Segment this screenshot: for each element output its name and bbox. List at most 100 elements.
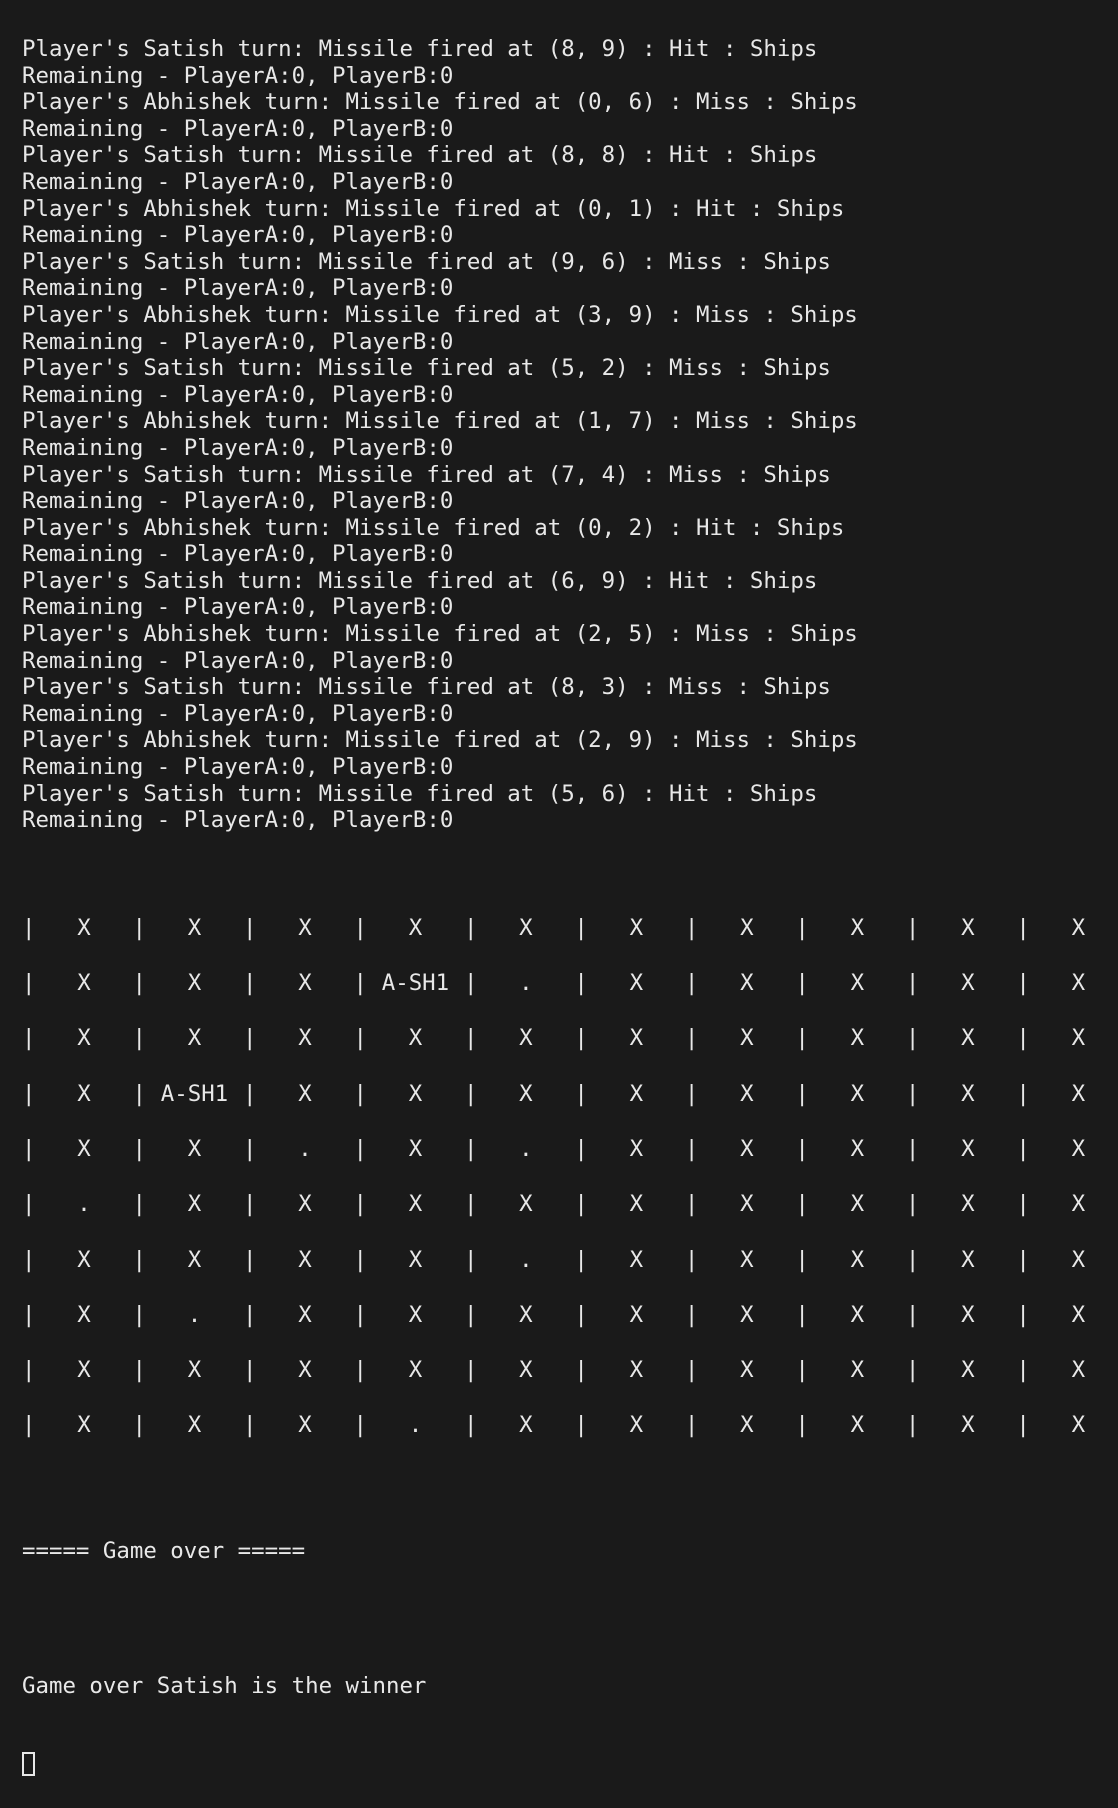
board-cell: X <box>187 1025 202 1052</box>
cell-separator: | <box>684 1357 699 1384</box>
board-cell: X <box>850 1080 865 1107</box>
board-cell: X <box>961 1136 975 1162</box>
log-line: Player's Satish turn: Missile fired at (… <box>22 674 831 701</box>
cell-separator: | <box>795 1025 809 1052</box>
cell-separator: | <box>463 1412 478 1439</box>
log-line: Remaining - PlayerA:0, PlayerB:0 <box>22 594 454 621</box>
cell-separator: | <box>795 914 809 941</box>
cell-separator: | <box>684 1025 699 1052</box>
board-cell: X <box>519 1025 533 1052</box>
cell-separator: | <box>242 1191 257 1218</box>
cell-separator: | <box>353 1246 367 1273</box>
board-cell: X <box>519 914 533 941</box>
board-cell: X <box>519 1191 533 1218</box>
cell-separator: | <box>905 1357 920 1384</box>
game-board: | X | X | X | X | X | X | X | X | X | X | | X | X | X | A-SH1 |. | X | X |… <box>22 915 1112 1468</box>
cell-separator: | <box>463 1080 478 1107</box>
cell-separator: | <box>132 1080 146 1107</box>
board-cell: X <box>187 1246 202 1273</box>
cell-separator: | <box>684 1191 699 1218</box>
board-cell: X <box>187 1357 202 1384</box>
board-cell: X <box>629 1412 644 1439</box>
board-cell: X <box>1071 1357 1086 1384</box>
board-cell: X <box>77 1246 91 1273</box>
board-cell: X <box>740 970 754 997</box>
log-line: Remaining - PlayerA:0, PlayerB:0 <box>22 62 454 89</box>
cell-separator: | <box>684 1412 699 1439</box>
cell-separator: | <box>463 1191 478 1218</box>
missile-log: Player's Satish turn: Missile fired at (… <box>22 36 1112 835</box>
board-cell: . <box>408 1412 423 1439</box>
board-cell: X <box>519 1357 533 1384</box>
log-line: Remaining - PlayerA:0, PlayerB:0 <box>22 647 454 674</box>
cell-separator: | <box>1016 1357 1030 1384</box>
cell-separator: | <box>242 970 257 997</box>
log-line: Remaining - PlayerA:0, PlayerB:0 <box>22 328 454 355</box>
board-cell: X <box>850 1301 865 1328</box>
cell-separator: | <box>795 1136 809 1162</box>
board-row: |.|X|X|X|X|X|X|X|X|X| <box>22 1191 1112 1246</box>
cell-separator: | <box>22 1301 36 1328</box>
board-cell: . <box>519 1246 533 1273</box>
board-cell: X <box>961 914 975 941</box>
board-cell: X <box>961 1025 975 1052</box>
cell-separator: | <box>905 1025 920 1052</box>
board-cell: X <box>850 914 865 941</box>
board-cell: X <box>629 1025 644 1052</box>
log-line: Player's Satish turn: Missile fired at (… <box>22 248 831 275</box>
cell-separator: | <box>242 1136 257 1162</box>
log-line: Remaining - PlayerA:0, PlayerB:0 <box>22 381 454 408</box>
cell-separator: | <box>463 1025 478 1052</box>
board-cell: X <box>298 1412 312 1439</box>
board-cell: X <box>77 1412 91 1439</box>
cell-separator: | <box>463 1301 478 1328</box>
board-cell: X <box>1071 1412 1086 1439</box>
board-cell: X <box>519 1412 533 1439</box>
board-cell: X <box>77 1357 91 1384</box>
board-cell: X <box>408 1025 423 1052</box>
cell-separator: | <box>353 1191 367 1218</box>
board-cell: X <box>187 970 202 997</box>
cell-separator: | <box>22 1080 36 1107</box>
board-cell: X <box>408 1080 423 1107</box>
board-cell: X <box>740 1025 754 1052</box>
cell-separator: | <box>1016 1301 1030 1328</box>
cell-separator: | <box>684 1246 699 1273</box>
terminal-cursor[interactable] <box>22 1751 35 1776</box>
board-cell: X <box>740 1357 754 1384</box>
cell-separator: | <box>795 970 809 997</box>
board-cell: X <box>298 1080 312 1107</box>
cell-separator: | <box>353 1136 367 1162</box>
cell-separator: | <box>795 1080 809 1107</box>
cell-separator: | <box>242 1412 257 1439</box>
cell-separator: | <box>353 1025 367 1052</box>
cell-separator: | <box>132 914 146 941</box>
board-cell: X <box>298 914 312 941</box>
cell-separator: | <box>132 1412 146 1439</box>
log-line: Player's Satish turn: Missile fired at (… <box>22 780 818 807</box>
cell-separator: | <box>353 1080 367 1107</box>
log-line: Player's Abhishek turn: Missile fired at… <box>22 621 858 648</box>
board-cell: X <box>629 1246 644 1273</box>
cell-separator: | <box>574 1136 588 1162</box>
board-cell: X <box>298 1357 312 1384</box>
cell-separator: | <box>574 970 588 997</box>
cell-separator: | <box>132 1246 146 1273</box>
log-line: Player's Abhishek turn: Missile fired at… <box>22 514 845 541</box>
board-cell: X <box>629 1080 644 1107</box>
board-cell: X <box>629 970 644 997</box>
board-row: |X|X|X|X|X|X|X|X|X|X| <box>22 1357 1112 1412</box>
board-cell: X <box>408 914 423 941</box>
cell-separator: | <box>132 1301 146 1328</box>
board-cell: X <box>850 1191 865 1218</box>
board-row: |X|X|X|X|X|X|X|X|X|X| <box>22 1025 1112 1080</box>
cell-separator: | <box>574 1357 588 1384</box>
log-line: Player's Satish turn: Missile fired at (… <box>22 461 831 488</box>
log-line: Player's Satish turn: Missile fired at (… <box>22 36 818 62</box>
cell-separator: | <box>905 914 920 941</box>
board-cell: X <box>961 970 975 997</box>
board-row: |X|X|X|X|.|X|X|X|X|X| <box>22 1247 1112 1302</box>
board-cell: A-SH1 <box>160 1080 229 1107</box>
cell-separator: | <box>132 1191 146 1218</box>
board-cell: X <box>77 1301 91 1328</box>
